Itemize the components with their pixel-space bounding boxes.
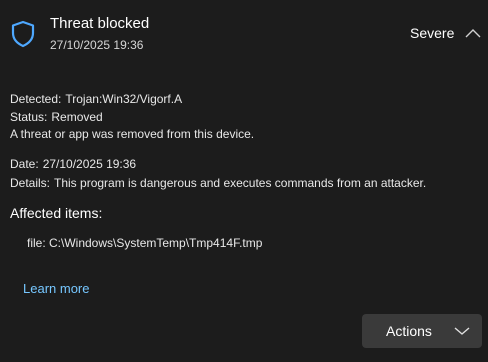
date-row: Date: 27/10/2025 19:36 (10, 157, 136, 171)
details-value: This program is dangerous and executes c… (54, 176, 427, 190)
actions-button[interactable]: Actions (362, 314, 482, 348)
threat-timestamp: 27/10/2025 19:36 (50, 38, 144, 52)
shield-icon (11, 20, 35, 48)
threat-card: Threat blocked 27/10/2025 19:36 Severe D… (0, 0, 488, 362)
severity-label: Severe (410, 25, 455, 41)
details-row: Details: This program is dangerous and ex… (10, 176, 426, 190)
affected-item: file: C:\Windows\SystemTemp\Tmp414F.tmp (27, 236, 263, 250)
affected-items-heading: Affected items: (10, 205, 103, 221)
chevron-down-icon (454, 327, 470, 335)
detected-row: Detected: Trojan:Win32/Vigorf.A (10, 92, 182, 106)
date-value: 27/10/2025 19:36 (42, 157, 137, 171)
date-label: Date: (10, 157, 39, 171)
status-label: Status: (10, 110, 48, 124)
status-message: A threat or app was removed from this de… (10, 127, 255, 141)
detected-label: Detected: (10, 92, 62, 106)
chevron-up-icon[interactable] (464, 27, 482, 39)
learn-more-link[interactable]: Learn more (23, 281, 89, 296)
details-label: Details: (10, 176, 51, 190)
status-row: Status: Removed (10, 110, 103, 124)
detected-value: Trojan:Win32/Vigorf.A (65, 92, 183, 106)
status-value: Removed (51, 110, 103, 124)
actions-label: Actions (386, 323, 432, 339)
threat-title: Threat blocked (50, 15, 150, 32)
